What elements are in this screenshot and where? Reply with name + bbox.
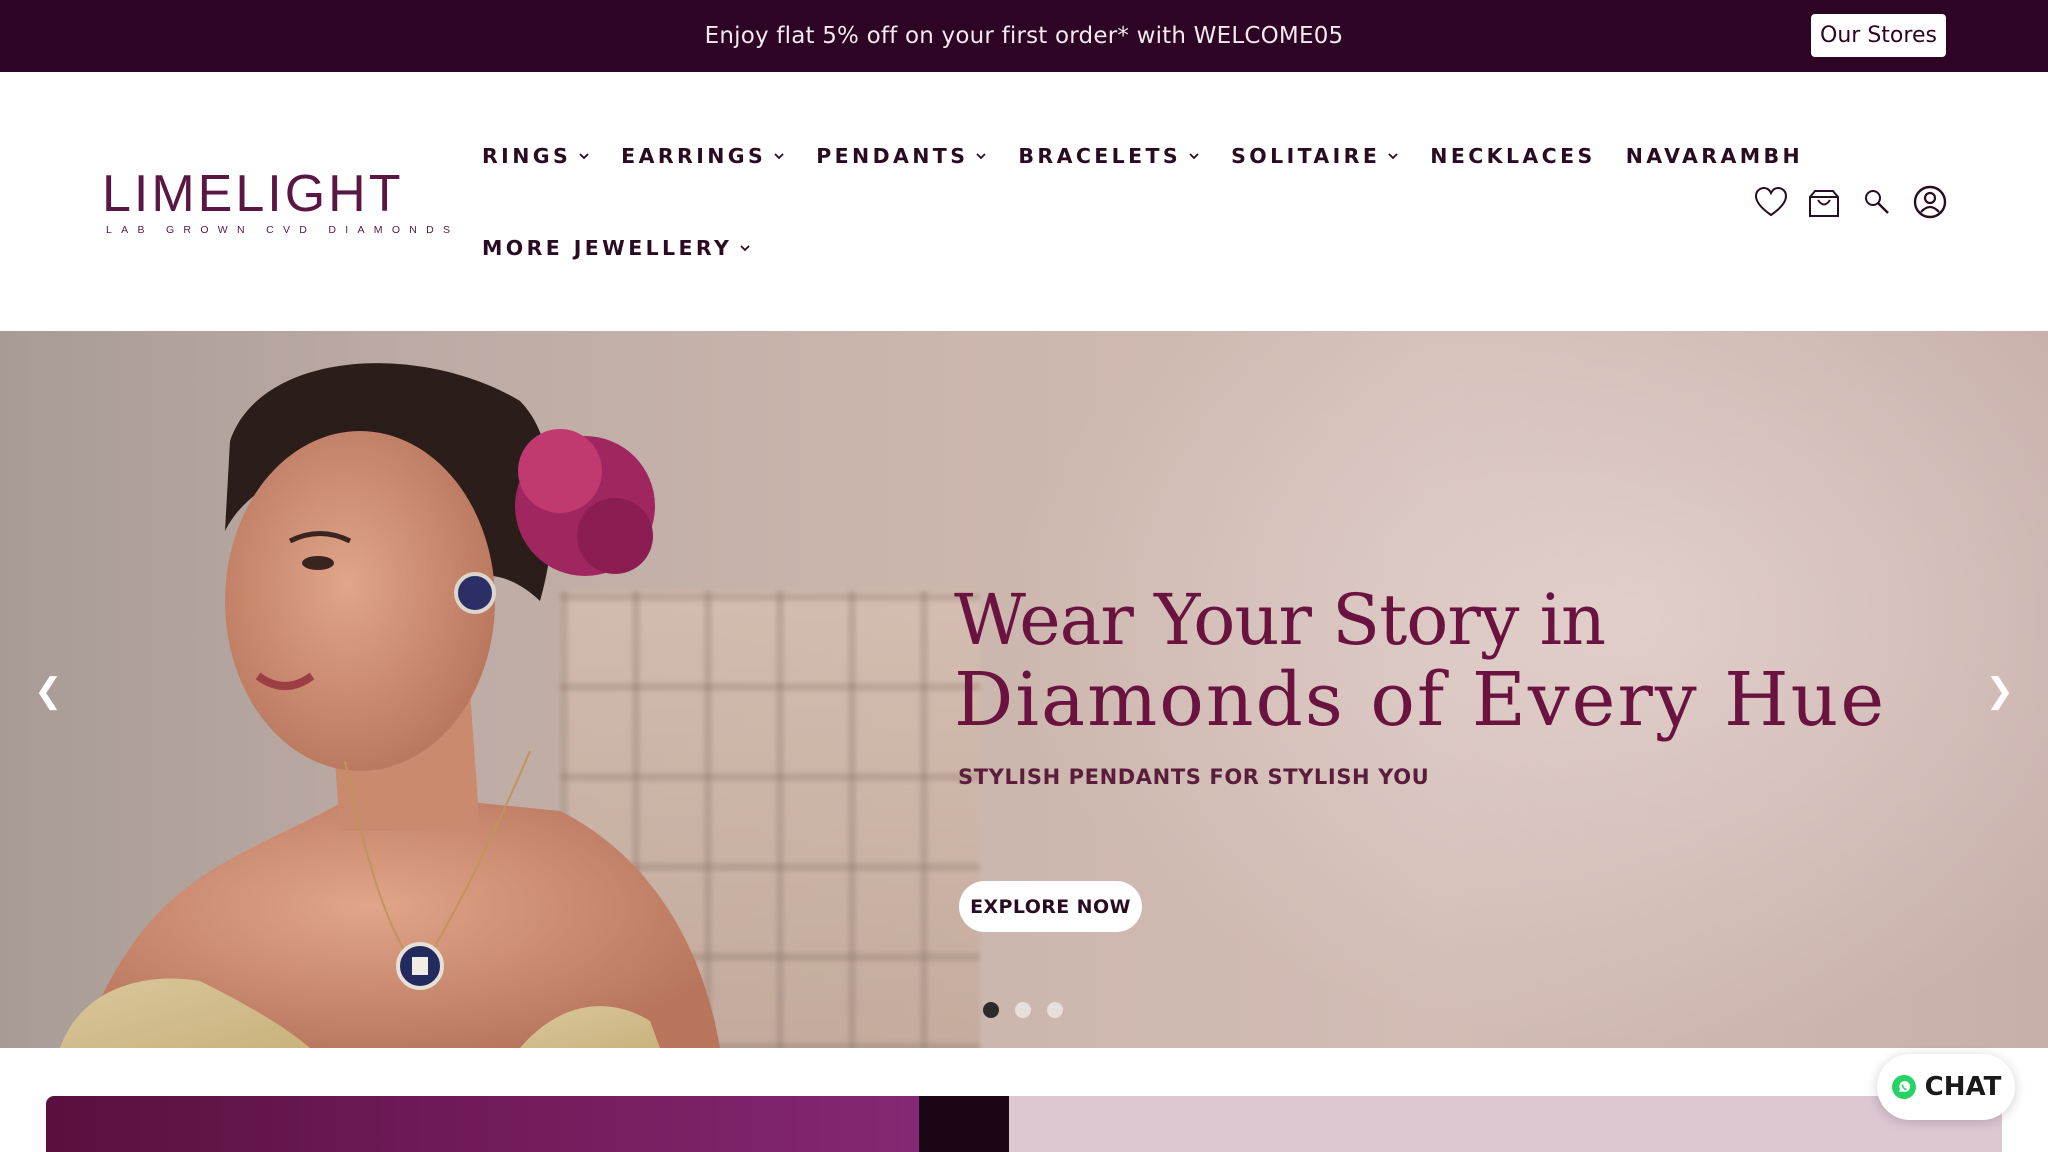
carousel-next-icon[interactable]: ❯ [1986, 671, 2015, 711]
hero-model-image [60, 363, 720, 1048]
nav-solitaire[interactable]: SOLITAIRE [1231, 144, 1400, 168]
hero-subheading: STYLISH PENDANTS FOR STYLISH YOU [958, 765, 1430, 789]
whatsapp-icon [1891, 1075, 1916, 1099]
chevron-down-icon [774, 153, 784, 160]
carousel-dot-1[interactable] [983, 1002, 999, 1018]
carousel-dot-3[interactable] [1047, 1002, 1063, 1018]
heart-icon[interactable] [1753, 184, 1789, 220]
nav-label: RINGS [482, 144, 572, 168]
carousel-prev-icon[interactable]: ❮ [34, 671, 63, 711]
banner-jewel-image [919, 1096, 1009, 1152]
chat-button[interactable]: CHAT [1877, 1054, 2015, 1120]
nav-label: NAVARAMBH [1625, 144, 1804, 168]
carousel-dot-2[interactable] [1015, 1002, 1031, 1018]
nav-pendants[interactable]: PENDANTS [816, 144, 988, 168]
chevron-down-icon [740, 245, 750, 252]
chevron-down-icon [976, 153, 986, 160]
our-stores-button[interactable]: Our Stores [1811, 14, 1946, 57]
announcement-bar: Enjoy flat 5% off on your first order* w… [0, 0, 2048, 72]
promo-banner-left[interactable] [46, 1096, 1009, 1152]
nav-label: PENDANTS [816, 144, 969, 168]
chevron-down-icon [1189, 153, 1199, 160]
main-nav-row-2: MORE JEWELLERY [482, 236, 782, 260]
chat-label: CHAT [1924, 1072, 2002, 1102]
nav-more-jewellery[interactable]: MORE JEWELLERY [482, 236, 752, 260]
nav-earrings[interactable]: EARRINGS [621, 144, 786, 168]
hero-carousel: Wear Your Story in Diamonds of Every Hue… [0, 331, 2048, 1048]
nav-label: SOLITAIRE [1231, 144, 1381, 168]
nav-label: NECKLACES [1430, 144, 1596, 168]
logo-wordmark: LIMELIGHT [102, 165, 404, 223]
nav-rings[interactable]: RINGS [482, 144, 591, 168]
main-nav-row-1: RINGS EARRINGS PENDANTS BRACELETS SOLITA… [482, 144, 1833, 168]
nav-label: EARRINGS [621, 144, 767, 168]
promo-banner-right[interactable] [1009, 1096, 2002, 1152]
announcement-text: Enjoy flat 5% off on your first order* w… [704, 23, 1344, 49]
hero-headline: Wear Your Story in Diamonds of Every Hue [954, 581, 1886, 742]
headline-line-2: Diamonds of Every Hue [954, 657, 1887, 744]
header-icons [1736, 184, 1948, 220]
explore-now-button[interactable]: EXPLORE NOW [959, 881, 1142, 932]
account-icon[interactable] [1912, 184, 1948, 220]
nav-navarambh[interactable]: NAVARAMBH [1626, 144, 1803, 168]
headline-line-1: Wear Your Story in [954, 579, 1606, 661]
site-header: LIMELIGHT LAB GROWN CVD DIAMONDS RINGS E… [0, 72, 2048, 331]
shopping-bag-icon[interactable] [1806, 184, 1842, 220]
search-icon[interactable] [1859, 184, 1895, 220]
chevron-down-icon [579, 153, 589, 160]
logo-subtitle: LAB GROWN CVD DIAMONDS [106, 224, 460, 236]
nav-label: MORE JEWELLERY [482, 236, 733, 260]
chevron-down-icon [1388, 153, 1398, 160]
limelight-logo[interactable]: LIMELIGHT LAB GROWN CVD DIAMONDS [102, 165, 460, 238]
nav-bracelets[interactable]: BRACELETS [1018, 144, 1201, 168]
carousel-dots [983, 1002, 1079, 1018]
nav-necklaces[interactable]: NECKLACES [1430, 144, 1595, 168]
nav-label: BRACELETS [1018, 144, 1182, 168]
